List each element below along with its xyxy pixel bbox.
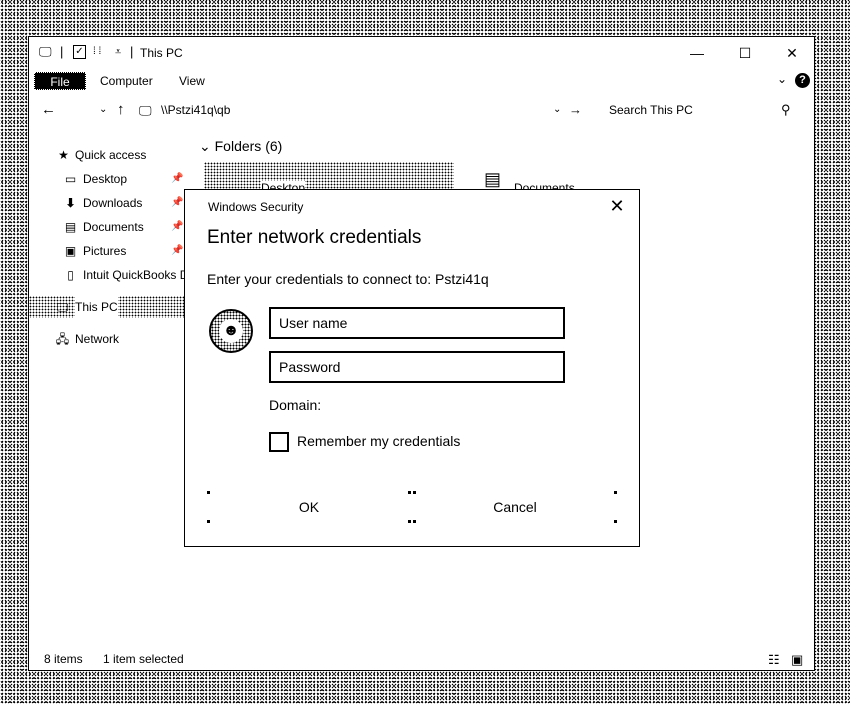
sidebar-item-label: Downloads (83, 196, 143, 210)
search-icon[interactable]: ⚲ (781, 102, 791, 118)
sidebar-item-network[interactable]: 🖧 Network (29, 328, 187, 350)
sidebar-item-this-pc[interactable]: 🖵 This PC (29, 296, 187, 318)
refresh-arrow-icon[interactable]: → (569, 102, 582, 117)
status-bar: 8 items 1 item selected ☷ ▣ (29, 649, 814, 671)
item-count: 8 items (44, 652, 83, 666)
minimize-button[interactable]: — (683, 43, 711, 63)
sidebar-item-desktop[interactable]: ▭ Desktop 📌 (29, 168, 187, 190)
window-title: This PC (140, 46, 183, 60)
ok-button[interactable]: OK (207, 491, 411, 523)
details-view-icon[interactable]: ☷ (768, 652, 780, 668)
domain-label: Domain: (269, 397, 322, 413)
maximize-button[interactable]: ☐ (731, 43, 759, 63)
folders-group-header[interactable]: ⌄ Folders (6) (199, 138, 282, 155)
sidebar-item-label: This PC (75, 296, 118, 318)
dialog-heading: Enter network credentials (207, 227, 422, 248)
dialog-close-button[interactable]: ✕ (605, 194, 629, 218)
selection-status: 1 item selected (103, 652, 184, 666)
folder-tile-desktop[interactable]: Desktop (204, 162, 454, 195)
search-input[interactable]: Search This PC (609, 103, 693, 117)
divider: | (60, 44, 64, 59)
ok-button-label: OK (298, 499, 320, 515)
sidebar-item-intuit-quickbooks[interactable]: ▯ Intuit QuickBooks D (29, 264, 187, 286)
recent-locations-chevron-icon[interactable]: ⌄ (99, 104, 107, 115)
computer-icon: 🖵 (39, 44, 52, 59)
sidebar-item-pictures[interactable]: ▣ Pictures 📌 (29, 240, 187, 262)
download-arrow-icon: ⬇ (65, 196, 76, 210)
group-header-label: Folders (6) (214, 138, 283, 154)
sidebar-item-label: Intuit QuickBooks D (83, 268, 187, 282)
divider: | (130, 44, 134, 59)
cancel-button-label: Cancel (493, 499, 537, 515)
sidebar-item-label: Network (75, 332, 120, 346)
close-button[interactable]: ✕ (778, 43, 806, 63)
address-path[interactable]: \\Pstzi41q\qb (161, 103, 230, 117)
help-button[interactable]: ? (795, 73, 810, 88)
sidebar-item-label: Documents (83, 220, 144, 234)
network-icon: 🖧 (55, 332, 70, 346)
sidebar-item-label: Quick access (75, 148, 147, 162)
sidebar-item-label: Pictures (83, 244, 127, 258)
user-avatar-icon: ☻ (209, 309, 253, 353)
tab-view[interactable]: View (179, 74, 205, 88)
customize-toolbar-icon[interactable]: ⩡ (115, 45, 121, 59)
large-icons-view-icon[interactable]: ▣ (791, 652, 803, 668)
up-arrow-icon[interactable]: ↑ (117, 101, 125, 118)
navigation-pane: ★ Quick access ▭ Desktop 📌 ⬇ Downloads 📌… (29, 137, 187, 637)
person-icon: ☻ (219, 319, 243, 343)
pin-icon[interactable]: 📌 (171, 168, 183, 190)
computer-icon: 🖵 (56, 300, 69, 314)
dialog-caption: Windows Security (208, 200, 304, 214)
pin-icon[interactable]: 📌 (171, 240, 183, 262)
file-icon: ▯ (67, 268, 74, 282)
document-icon: ▤ (64, 220, 77, 234)
remember-credentials-label: Remember my credentials (297, 433, 461, 449)
address-dropdown-chevron-icon[interactable]: ⌄ (553, 104, 561, 115)
sidebar-item-downloads[interactable]: ⬇ Downloads 📌 (29, 192, 187, 214)
dotted-separator: ⁞ ⁞ (93, 46, 102, 57)
sidebar-item-documents[interactable]: ▤ Documents 📌 (29, 216, 187, 238)
chevron-down-icon: ⌄ (199, 138, 211, 154)
star-icon: ★ (58, 148, 69, 162)
cancel-button[interactable]: Cancel (413, 491, 617, 523)
address-bar: ← ⌄ ↑ 🖵 \\Pstzi41q\qb ⌄ → Search This PC… (29, 95, 814, 125)
document-icon: ▤ (484, 169, 502, 189)
picture-icon: ▣ (64, 244, 77, 258)
expand-ribbon-chevron-icon[interactable]: ⌄ (777, 72, 787, 86)
pin-icon[interactable]: 📌 (171, 216, 183, 238)
title-bar: 🖵 | ✓ ⁞ ⁞ ⩡ | This PC — ☐ ✕ (29, 37, 814, 69)
sidebar-item-label: Desktop (83, 172, 128, 186)
dialog-prompt: Enter your credentials to connect to: Ps… (207, 271, 489, 287)
remember-credentials-checkbox[interactable] (269, 432, 289, 452)
pin-icon[interactable]: 📌 (171, 192, 183, 214)
back-arrow-icon[interactable]: ← (41, 101, 56, 118)
password-field[interactable] (269, 351, 565, 383)
username-field[interactable] (269, 307, 565, 339)
file-tab[interactable]: File (34, 72, 86, 90)
properties-check-icon[interactable]: ✓ (73, 45, 86, 59)
desktop-icon: ▭ (64, 172, 77, 186)
ribbon: File Computer View ⌄ ? (29, 69, 814, 93)
credentials-dialog: Windows Security ✕ Enter network credent… (184, 189, 640, 547)
computer-icon: 🖵 (139, 103, 152, 118)
tab-computer[interactable]: Computer (100, 74, 153, 88)
sidebar-item-quick-access[interactable]: ★ Quick access (29, 144, 187, 166)
